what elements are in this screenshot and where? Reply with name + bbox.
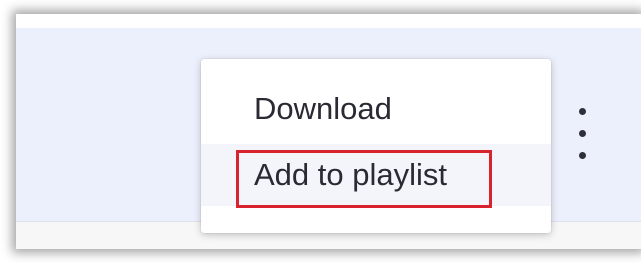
screenshot-panel: Download Add to playlist xyxy=(16,14,641,249)
more-vertical-icon-dot xyxy=(579,152,586,159)
menu-item-label: Download xyxy=(254,91,392,126)
menu-item-download[interactable]: Download xyxy=(201,78,551,140)
highlight-annotation xyxy=(236,150,492,208)
more-vertical-icon xyxy=(579,108,586,115)
more-vertical-icon-dot xyxy=(579,130,586,137)
more-options-button[interactable] xyxy=(568,102,598,166)
screenshot-frame: Download Add to playlist xyxy=(0,0,641,263)
